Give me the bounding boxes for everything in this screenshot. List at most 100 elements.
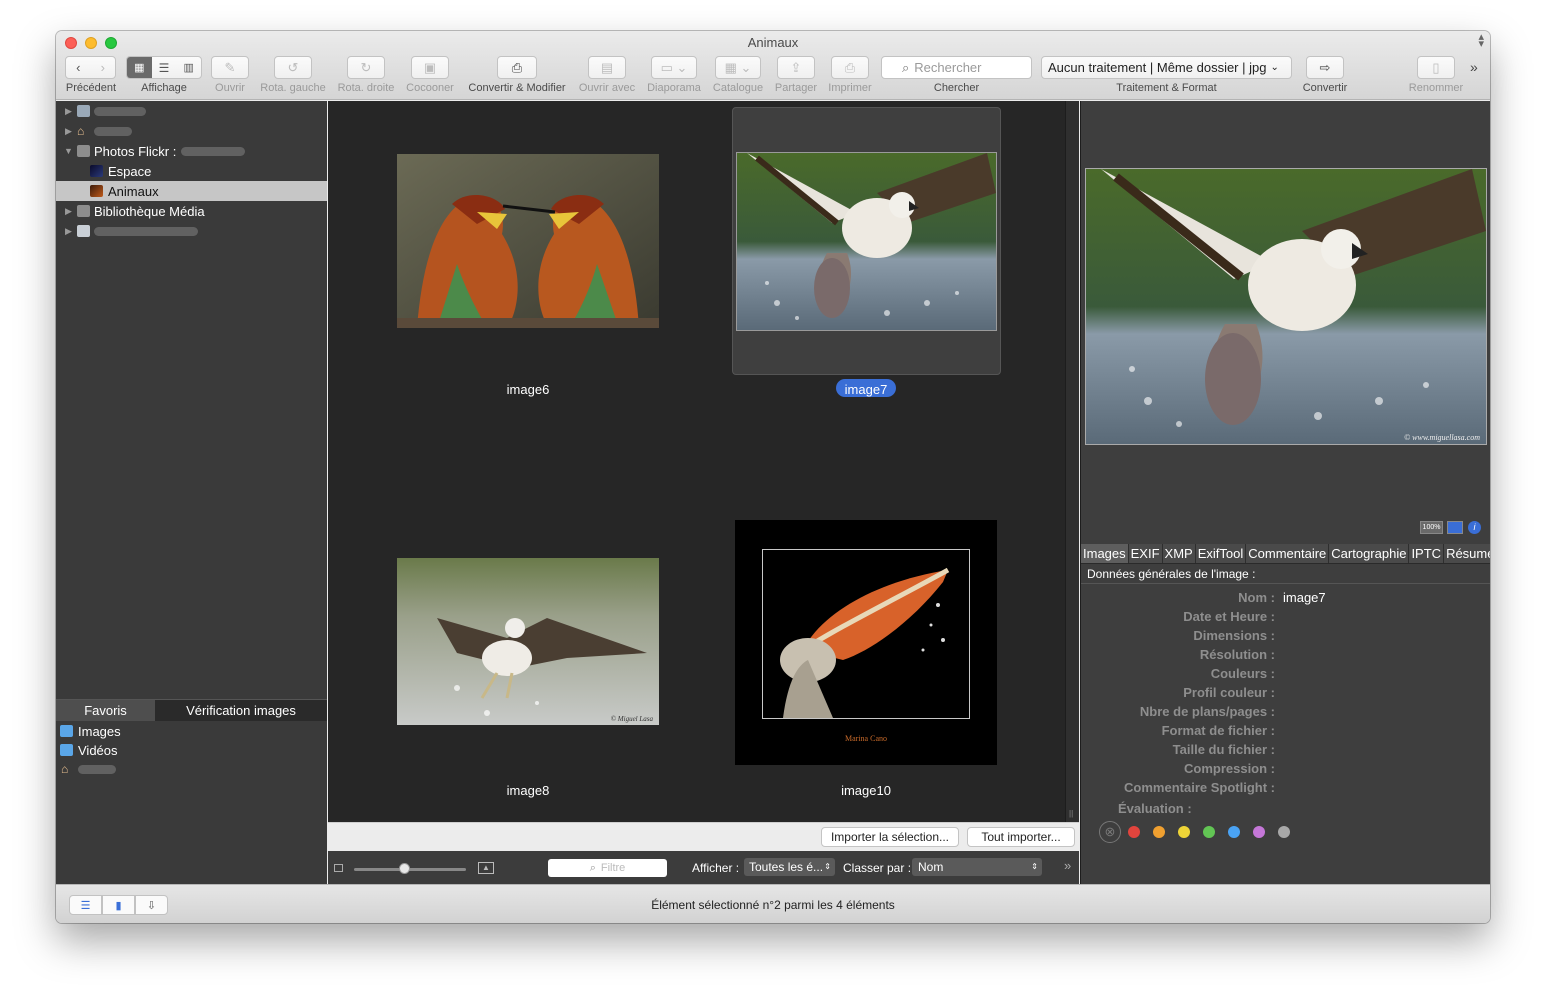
thumbnail-label[interactable]: image8	[498, 783, 558, 798]
tab-favorites[interactable]: Favoris	[56, 700, 155, 721]
sidebar-item-hidden-2[interactable]: ▶ ⌂	[56, 121, 327, 141]
slideshow-button[interactable]: ▭ ⌄	[651, 56, 697, 79]
processing-select[interactable]: Aucun traitement | Même dossier | jpg ⌄	[1041, 56, 1292, 79]
favorite-label: Images	[78, 723, 121, 739]
slider-knob[interactable]	[399, 863, 410, 874]
tab-exiftool[interactable]: ExifTool	[1196, 544, 1247, 563]
convert-modify-button[interactable]: ⎙	[497, 56, 537, 79]
filter-input[interactable]: ⌕ Filtre	[548, 859, 667, 877]
label-color-orange[interactable]	[1153, 826, 1165, 838]
tab-iptc[interactable]: IPTC	[1409, 544, 1445, 563]
sidebar-item-hidden-1[interactable]: ▶	[56, 101, 327, 121]
large-thumb-icon: ▲	[478, 862, 494, 874]
cocoon-icon: ▣	[423, 59, 437, 75]
thumbnail-label[interactable]: image6	[498, 382, 558, 397]
inspector-tabs: Images EXIF XMP ExifTool Commentaire Car…	[1081, 544, 1490, 564]
zoom-100-icon[interactable]: 100%	[1420, 521, 1443, 534]
share-button[interactable]: ⇪	[777, 56, 815, 79]
show-select[interactable]: Toutes les é... ⇕	[744, 858, 835, 876]
print-button[interactable]: ⎙	[831, 56, 869, 79]
share-label: Partager	[774, 82, 818, 94]
inspector-panel: © www.miguellasa.com 100% i Images EXIF …	[1080, 101, 1490, 884]
blurred-label	[181, 146, 246, 156]
convert-icon: ⇨	[1319, 59, 1331, 75]
home-icon: ⌂	[77, 124, 85, 138]
grid-view-icon[interactable]: ▦	[127, 57, 152, 78]
favorite-item-videos[interactable]: Vidéos	[56, 740, 327, 760]
osprey-preview-photo	[1086, 169, 1486, 444]
convert-button[interactable]: ⇨	[1306, 56, 1344, 79]
disclosure-triangle-icon[interactable]: ▶	[65, 126, 72, 137]
favorite-item-images[interactable]: Images	[56, 721, 327, 741]
overflow-icon[interactable]: »	[1064, 858, 1071, 873]
import-bar: Importer la sélection... Tout importer..…	[328, 822, 1079, 851]
previous-tool: ‹ › Précédent	[65, 55, 117, 99]
tab-comment[interactable]: Commentaire	[1246, 544, 1330, 563]
tab-image-verification[interactable]: Vérification images	[155, 700, 327, 721]
tab-images[interactable]: Images	[1081, 544, 1129, 563]
label-color-green[interactable]	[1203, 826, 1215, 838]
label-color-gray[interactable]	[1278, 826, 1290, 838]
info-icon[interactable]: i	[1468, 521, 1481, 534]
sort-select[interactable]: Nom ⇕	[912, 858, 1042, 876]
previous-button[interactable]: ‹ ›	[65, 56, 116, 79]
convert-tool: ⇨ Convertir	[1303, 55, 1347, 99]
resize-arrows-icon[interactable]: ▴ ▾	[1478, 32, 1484, 50]
favorite-item-home[interactable]: ⌂	[56, 759, 327, 779]
grid-scrollbar[interactable]: ||	[1065, 101, 1079, 822]
histogram-icon[interactable]	[1447, 521, 1463, 534]
thumbnail-image6[interactable]	[397, 154, 659, 328]
convert-modify-icon: ⎙	[511, 59, 523, 75]
previous-label: Précédent	[65, 82, 117, 94]
disclosure-triangle-icon[interactable]: ▶	[65, 106, 72, 117]
sidebar-item-flickr[interactable]: ▼ Photos Flickr :	[56, 141, 327, 161]
view-mode-segmented[interactable]: ▦ ☰ ▥	[126, 56, 202, 79]
toolbar-overflow-icon[interactable]: »	[1470, 59, 1478, 75]
rotate-left-button[interactable]: ↺	[274, 56, 312, 79]
blurred-label	[94, 106, 146, 116]
cocoon-button[interactable]: ▣	[411, 56, 449, 79]
filmstrip-view-icon[interactable]: ▥	[176, 57, 201, 78]
thumbnail-image7[interactable]	[736, 152, 997, 331]
label-color-blue[interactable]	[1228, 826, 1240, 838]
tab-summary[interactable]: Résumé	[1444, 544, 1490, 563]
list-view-icon[interactable]: ☰	[152, 57, 177, 78]
thumb-size-slider[interactable]	[354, 868, 466, 871]
sidebar-item-media-library[interactable]: ▶ Bibliothèque Média	[56, 201, 327, 221]
thumbnail-label[interactable]: image10	[831, 783, 901, 798]
field-label: Compression :	[1183, 761, 1275, 776]
disclosure-open-icon[interactable]: ▼	[64, 146, 73, 156]
open-tool: ✎ Ouvrir	[211, 55, 249, 99]
thumbnail-label[interactable]: image7	[836, 382, 896, 397]
open-with-button[interactable]: ▤	[588, 56, 626, 79]
rotate-left-label: Rota. gauche	[260, 82, 326, 94]
disclosure-triangle-icon[interactable]: ▶	[65, 226, 72, 237]
sidebar-item-hidden-3[interactable]: ▶	[56, 221, 327, 241]
rotate-left-icon: ↺	[287, 59, 299, 75]
search-placeholder: Rechercher	[914, 60, 982, 75]
catalog-button[interactable]: ▦ ⌄	[715, 56, 761, 79]
field-label: Format de fichier :	[1161, 723, 1275, 738]
tab-xmp[interactable]: XMP	[1163, 544, 1196, 563]
status-text: Élément sélectionné n°2 parmi les 4 élém…	[651, 898, 895, 912]
open-label: Ouvrir	[215, 82, 245, 94]
tab-exif[interactable]: EXIF	[1129, 544, 1163, 563]
thumbnail-image10[interactable]: Marina Cano	[735, 520, 997, 765]
sidebar-item-animaux[interactable]: Animaux	[56, 181, 327, 201]
field-label: Dimensions :	[1193, 628, 1275, 643]
thumbnail-image8[interactable]: © Miguel Lasa	[397, 558, 659, 725]
label-color-yellow[interactable]	[1178, 826, 1190, 838]
search-input[interactable]: ⌕ Rechercher	[881, 56, 1032, 79]
import-all-button[interactable]: Tout importer...	[967, 827, 1075, 847]
open-button[interactable]: ✎	[211, 56, 249, 79]
label-color-red[interactable]	[1128, 826, 1140, 838]
label-color-purple[interactable]	[1253, 826, 1265, 838]
rotate-right-button[interactable]: ↻	[347, 56, 385, 79]
rename-button[interactable]: ▯	[1417, 56, 1455, 79]
sidebar-item-espace[interactable]: Espace	[56, 161, 327, 181]
open-with-icon: ▤	[600, 59, 614, 75]
disclosure-triangle-icon[interactable]: ▶	[65, 206, 72, 217]
import-selection-button[interactable]: Importer la sélection...	[821, 827, 959, 847]
clear-label-icon[interactable]: ⊗	[1099, 821, 1121, 843]
tab-map[interactable]: Cartographie	[1329, 544, 1410, 563]
